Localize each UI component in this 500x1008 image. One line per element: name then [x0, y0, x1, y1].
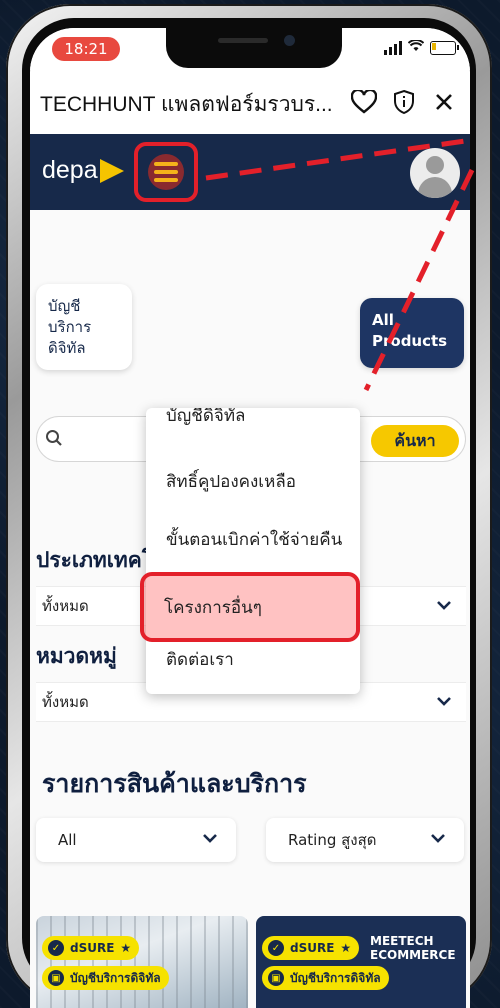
speaker	[218, 38, 268, 43]
search-button[interactable]: ค้นหา	[371, 425, 459, 457]
depa-logo[interactable]: depa	[42, 156, 124, 185]
product-card[interactable]: ✓ dSURE ★ ▣ บัญชีบริการดิจิทัล	[36, 916, 248, 1008]
chevron-down-icon	[202, 830, 218, 848]
tab-all-products[interactable]: All Products	[360, 298, 464, 368]
id-card-icon: ▣	[268, 970, 284, 986]
hamburger-highlight	[134, 142, 198, 202]
products-heading: รายการสินค้าและบริการ	[42, 769, 307, 798]
wifi-icon	[407, 39, 425, 55]
hamburger-menu-icon[interactable]	[148, 154, 184, 190]
menu-item-coupon-balance[interactable]: สิทธิ์คูปองคงเหลือ	[146, 452, 360, 510]
menu-item-digital-account[interactable]: บัญชีดิจิทัล	[146, 408, 360, 444]
chevron-down-icon	[436, 693, 452, 711]
page-title: TECHHUNT แพลตฟอร์มรวบร...	[40, 93, 333, 116]
digital-service-badge: ▣ บัญชีบริการดิจิทัล	[262, 966, 389, 990]
chevron-down-icon	[430, 830, 446, 848]
battery-icon	[430, 40, 459, 55]
logo-text: depa	[42, 156, 98, 184]
filter-all-value: All	[58, 831, 77, 849]
nav-dropdown-menu: บัญชีดิจิทัล สิทธิ์คูปองคงเหลือ ขั้นตอนเ…	[146, 408, 360, 694]
dsure-badge: ✓ dSURE ★	[42, 936, 140, 960]
user-avatar[interactable]	[410, 148, 460, 198]
heart-icon[interactable]	[348, 86, 380, 118]
digital-service-badge: ▣ บัญชีบริการดิจิทัล	[42, 966, 169, 990]
status-icons	[384, 39, 459, 55]
signal-icon	[384, 40, 402, 55]
dsure-badge: ✓ dSURE ★	[262, 936, 360, 960]
camera	[284, 35, 295, 46]
id-card-icon: ▣	[48, 970, 64, 986]
logo-arrow-icon	[99, 158, 124, 183]
status-time: 18:21	[52, 37, 120, 61]
category-heading: หมวดหมู่	[36, 644, 117, 668]
chevron-down-icon	[436, 597, 452, 615]
browser-title-bar: TECHHUNT แพลตฟอร์มรวบร...	[30, 72, 470, 134]
main-content: บัญชี บริการ ดิจิทัล All Products ค้นหา …	[30, 210, 470, 1008]
notch	[166, 28, 342, 68]
category-value: ทั้งหมด	[42, 693, 89, 711]
phone-screen: 18:21 TECHHUNT แพลตฟอร์มรวบร... depa บัญ…	[30, 28, 470, 1008]
sort-value: Rating สูงสุด	[288, 831, 377, 849]
sort-select[interactable]: Rating สูงสุด	[266, 818, 464, 862]
dsure-icon: ✓	[268, 940, 284, 956]
menu-item-reimbursement[interactable]: ขั้นตอนเบิกค่าใช้จ่ายคืน	[146, 510, 360, 568]
star-icon: ★	[120, 941, 132, 955]
menu-item-other-projects[interactable]: โครงการอื่นๆ	[140, 572, 360, 642]
greenhouse-image	[36, 916, 248, 1008]
close-icon[interactable]	[428, 86, 460, 118]
search-icon	[45, 429, 63, 451]
tab-digital-services[interactable]: บัญชี บริการ ดิจิทัล	[36, 284, 132, 370]
meetech-title: MEETECH ECOMMERCE	[370, 934, 456, 962]
product-card[interactable]: ✓ dSURE ★ ▣ บัญชีบริการดิจิทัล MEETECH EC…	[256, 916, 466, 1008]
tech-type-value: ทั้งหมด	[42, 597, 89, 615]
shield-info-icon[interactable]	[388, 86, 420, 118]
dsure-icon: ✓	[48, 940, 64, 956]
star-icon: ★	[340, 941, 352, 955]
filter-all-select[interactable]: All	[36, 818, 236, 862]
site-navbar: depa	[30, 134, 470, 210]
